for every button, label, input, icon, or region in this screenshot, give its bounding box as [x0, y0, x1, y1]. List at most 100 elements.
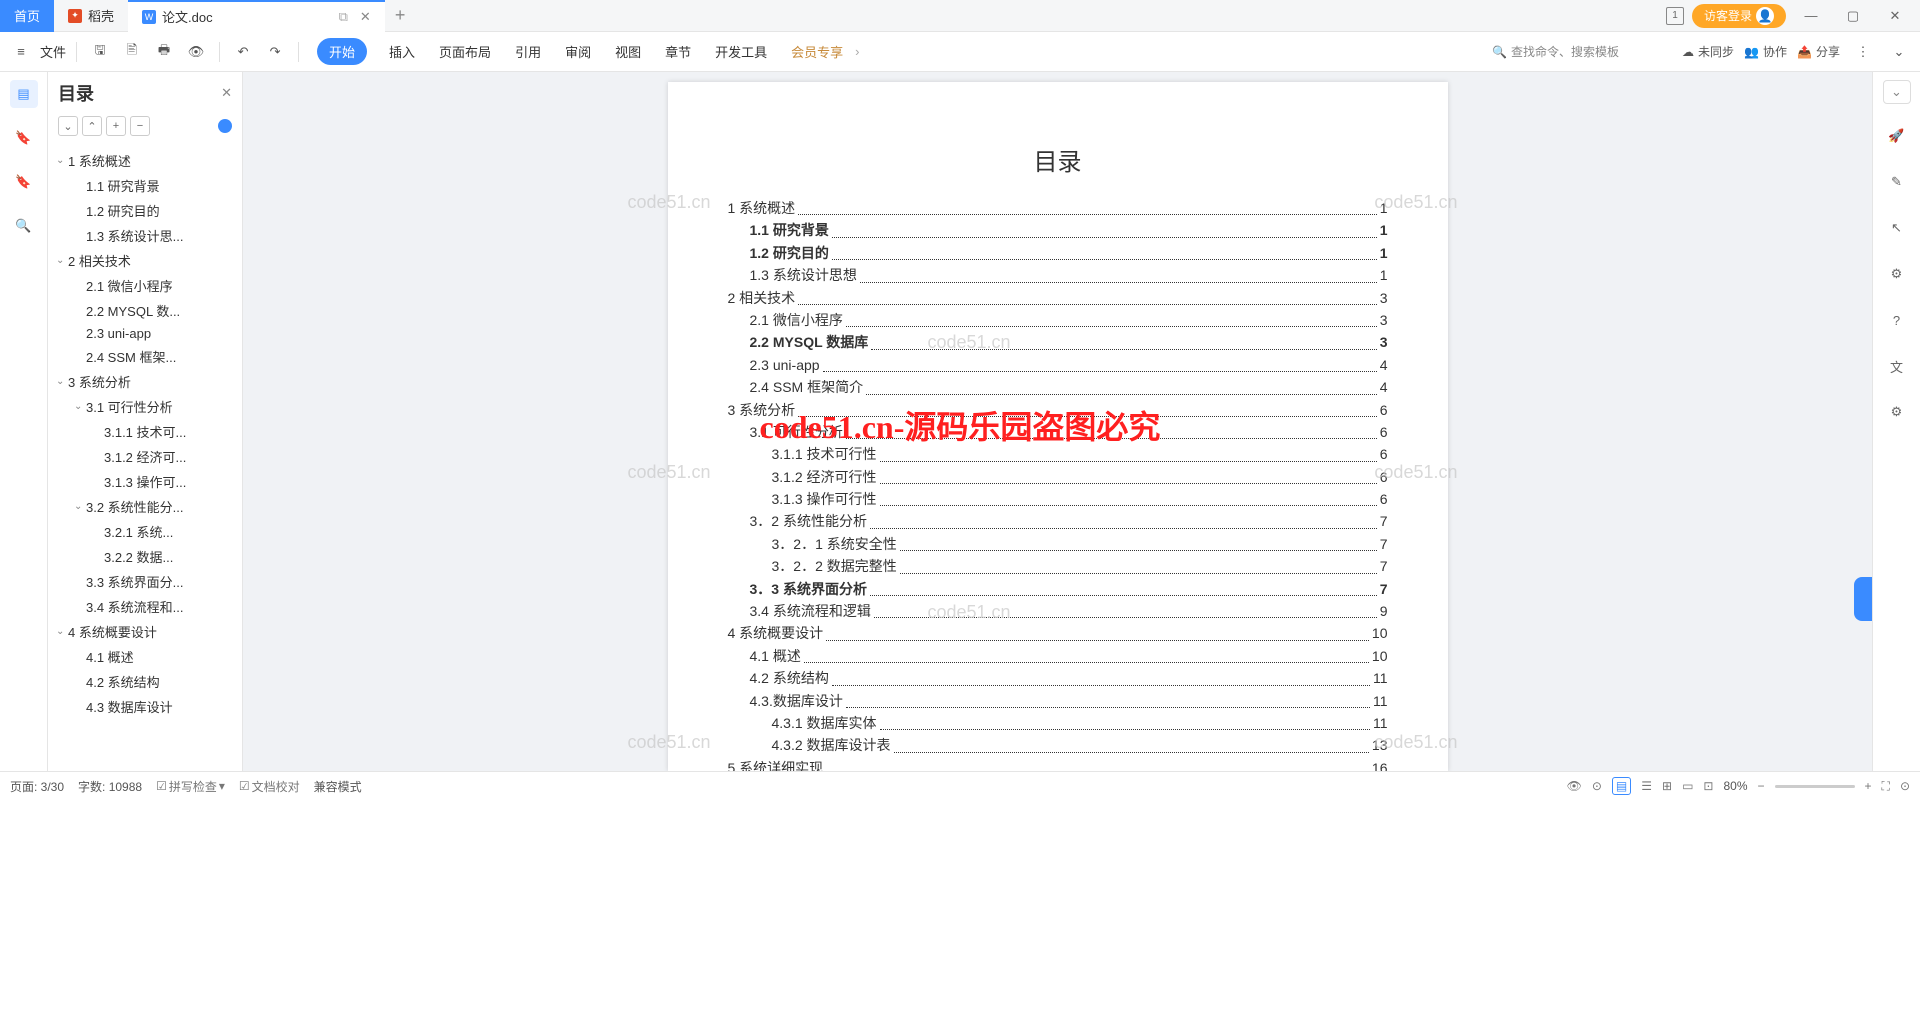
toc-row[interactable]: 2 相关技术3 — [728, 287, 1388, 309]
toc-row[interactable]: 4.3.数据库设计11 — [728, 690, 1388, 712]
web-view-icon[interactable]: ⊞ — [1662, 779, 1672, 793]
find-icon[interactable]: 🔍 — [10, 212, 38, 240]
tab-count-icon[interactable]: 1 — [1666, 7, 1684, 25]
view-mode-icon[interactable]: 👁 — [1567, 779, 1582, 793]
ribbon-tab-4[interactable]: 审阅 — [563, 38, 593, 65]
toc-row[interactable]: 2.2 MYSQL 数据库3 — [728, 331, 1388, 353]
proofing-button[interactable]: ☑ 文档校对 — [239, 778, 300, 795]
outline-item[interactable]: 4.2 系统结构 — [48, 669, 242, 694]
outline-item[interactable]: ⌄1 系统概述 — [48, 148, 242, 173]
ribbon-tab-3[interactable]: 引用 — [513, 38, 543, 65]
outline-icon[interactable]: ▤ — [10, 80, 38, 108]
preview-icon[interactable]: 👁 — [183, 39, 209, 65]
zoom-level[interactable]: 80% — [1723, 779, 1747, 793]
feedback-tab[interactable] — [1854, 577, 1872, 621]
tag-icon[interactable]: 🔖 — [10, 124, 38, 152]
close-outline-icon[interactable]: ✕ — [221, 85, 232, 101]
toc-row[interactable]: 3.1.3 操作可行性6 — [728, 488, 1388, 510]
ribbon-tab-0[interactable]: 开始 — [317, 38, 367, 65]
share-button[interactable]: 📤分享 — [1797, 43, 1840, 60]
login-button[interactable]: 访客登录 👤 — [1692, 4, 1786, 28]
collapse-all-button[interactable]: ⌄ — [58, 116, 78, 136]
ribbon-tab-8[interactable]: 会员专享 — [789, 38, 845, 65]
close-window-icon[interactable]: ✕ — [1878, 8, 1912, 24]
remove-button[interactable]: − — [130, 116, 150, 136]
ribbon-tab-7[interactable]: 开发工具 — [713, 38, 769, 65]
ribbon-tab-2[interactable]: 页面布局 — [437, 38, 493, 65]
toc-row[interactable]: 3.4 系统流程和逻辑9 — [728, 600, 1388, 622]
tab-document[interactable]: W 论文.doc ⧉ ✕ — [128, 0, 385, 32]
ribbon-more-icon[interactable]: › — [855, 44, 859, 59]
more-icon[interactable]: ⋮ — [1850, 39, 1876, 65]
sync-button[interactable]: ☁未同步 — [1682, 43, 1734, 60]
settings-icon[interactable]: ⚙ — [1883, 260, 1911, 288]
toc-row[interactable]: 3．3 系统界面分析7 — [728, 578, 1388, 600]
toc-row[interactable]: 1.3 系统设计思想1 — [728, 264, 1388, 286]
outline-item[interactable]: 4.1 概述 — [48, 644, 242, 669]
toc-row[interactable]: 4.3.2 数据库设计表13 — [728, 734, 1388, 756]
menu-icon[interactable]: ≡ — [8, 39, 34, 65]
compat-mode[interactable]: 兼容模式 — [314, 778, 362, 795]
zoom-slider[interactable] — [1775, 785, 1855, 788]
collapse-ribbon-icon[interactable]: ⌄ — [1886, 39, 1912, 65]
outline-item[interactable]: ⌄2 相关技术 — [48, 248, 242, 273]
outline-item[interactable]: 3.2.2 数据... — [48, 544, 242, 569]
print-icon[interactable]: 🖶 — [151, 39, 177, 65]
help-icon[interactable]: ? — [1883, 306, 1911, 334]
outline-item[interactable]: ⌄3 系统分析 — [48, 369, 242, 394]
ribbon-tab-6[interactable]: 章节 — [663, 38, 693, 65]
outline-item[interactable]: 2.3 uni-app — [48, 323, 242, 344]
tab-add-button[interactable]: + — [385, 5, 416, 26]
ribbon-tab-1[interactable]: 插入 — [387, 38, 417, 65]
outline-view-icon[interactable]: ☰ — [1641, 779, 1652, 793]
outline-item[interactable]: 4.3 数据库设计 — [48, 694, 242, 719]
toc-row[interactable]: 3.1.1 技术可行性6 — [728, 443, 1388, 465]
toc-row[interactable]: 4.3.1 数据库实体11 — [728, 712, 1388, 734]
toc-row[interactable]: 3．2 系统性能分析7 — [728, 510, 1388, 532]
read-view-icon[interactable]: ▭ — [1682, 779, 1693, 793]
fullscreen-icon[interactable]: ⛶ — [1882, 779, 1890, 794]
outline-item[interactable]: 3.1.1 技术可... — [48, 419, 242, 444]
outline-item[interactable]: 2.1 微信小程序 — [48, 273, 242, 298]
toc-row[interactable]: 1 系统概述1 — [728, 197, 1388, 219]
export-icon[interactable]: 🖹 — [119, 39, 145, 65]
outline-item[interactable]: 2.4 SSM 框架... — [48, 344, 242, 369]
coop-button[interactable]: 👥协作 — [1744, 43, 1787, 60]
outline-item[interactable]: 2.2 MYSQL 数... — [48, 298, 242, 323]
toc-row[interactable]: 4.2 系统结构11 — [728, 667, 1388, 689]
outline-item[interactable]: 1.1 研究背景 — [48, 173, 242, 198]
toc-row[interactable]: 3．2．1 系统安全性7 — [728, 533, 1388, 555]
page-view-icon[interactable]: ▤ — [1612, 777, 1631, 795]
window-mode-icon[interactable]: ⧉ — [339, 9, 348, 25]
pen-icon[interactable]: ✎ — [1883, 168, 1911, 196]
toc-row[interactable]: 1.1 研究背景1 — [728, 219, 1388, 241]
outline-item[interactable]: 3.2.1 系统... — [48, 519, 242, 544]
close-icon[interactable]: ✕ — [360, 9, 371, 25]
outline-item[interactable]: 1.2 研究目的 — [48, 198, 242, 223]
spellcheck-button[interactable]: ☑ 拼写检查 ▾ — [156, 778, 225, 795]
toc-row[interactable]: 5 系统详细实现16 — [728, 757, 1388, 771]
minimize-icon[interactable]: — — [1794, 8, 1828, 23]
outline-item[interactable]: 3.4 系统流程和... — [48, 594, 242, 619]
maximize-icon[interactable]: ▢ — [1836, 8, 1870, 24]
panel-toggle-icon[interactable]: ⌄ — [1883, 80, 1911, 104]
expand-all-button[interactable]: ⌃ — [82, 116, 102, 136]
toc-row[interactable]: 4.1 概述10 — [728, 645, 1388, 667]
translate-icon[interactable]: 文 — [1883, 352, 1911, 380]
toc-row[interactable]: 2.3 uni-app4 — [728, 354, 1388, 376]
search-box[interactable]: 🔍 查找命令、搜索模板 — [1492, 43, 1672, 60]
bookmark-icon[interactable]: 🔖 — [10, 168, 38, 196]
page-indicator[interactable]: 页面: 3/30 — [10, 778, 64, 795]
undo-icon[interactable]: ↶ — [230, 39, 256, 65]
toc-row[interactable]: 2.1 微信小程序3 — [728, 309, 1388, 331]
outline-item[interactable]: ⌄3.1 可行性分析 — [48, 394, 242, 419]
gear-icon[interactable]: ⚙ — [1883, 398, 1911, 426]
zoom-out-icon[interactable]: − — [1758, 779, 1765, 793]
cursor-icon[interactable]: ↖ — [1883, 214, 1911, 242]
file-menu[interactable]: 文件 — [40, 42, 66, 61]
word-count[interactable]: 字数: 10988 — [78, 778, 142, 795]
outline-item[interactable]: 3.3 系统界面分... — [48, 569, 242, 594]
toc-row[interactable]: 3．2．2 数据完整性7 — [728, 555, 1388, 577]
outline-item[interactable]: ⌄3.2 系统性能分... — [48, 494, 242, 519]
focus-mode-icon[interactable]: ⊙ — [1592, 779, 1602, 793]
